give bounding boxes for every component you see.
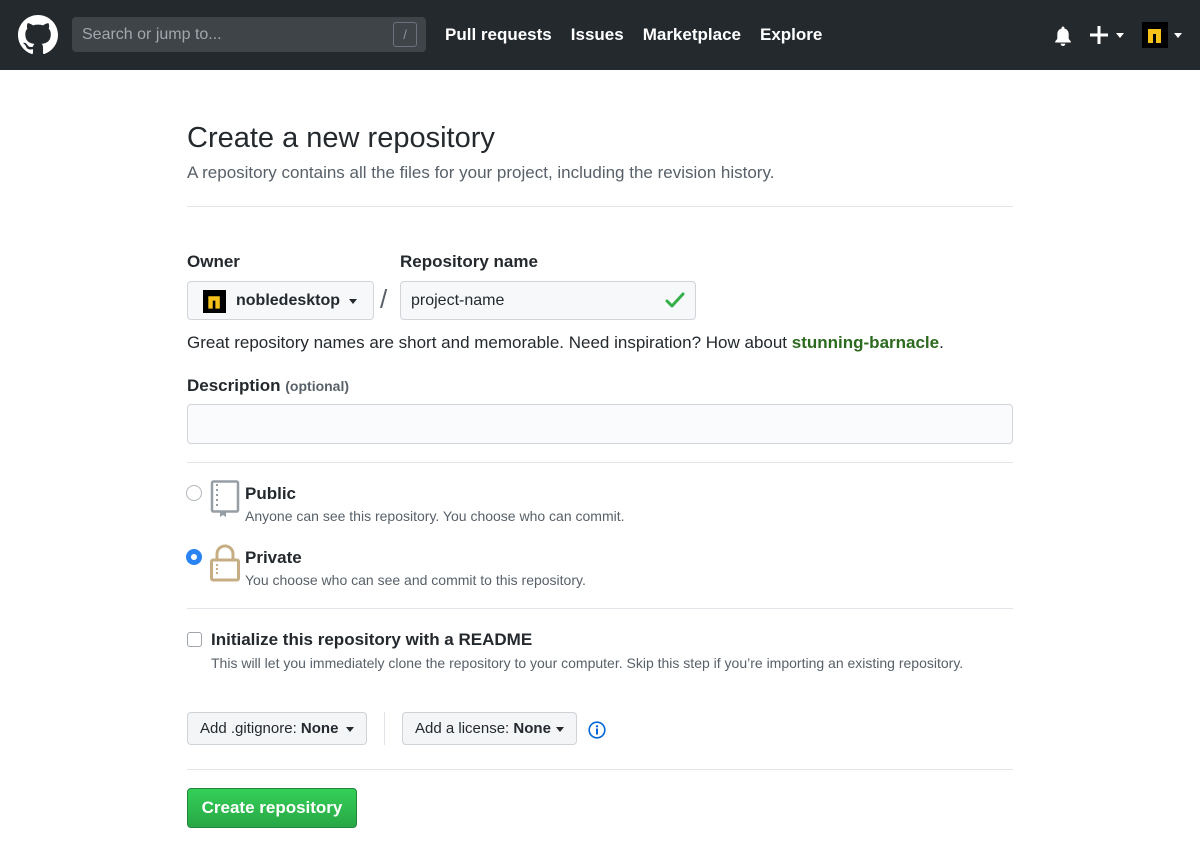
hint-suffix: . [939,333,944,352]
divider [187,769,1013,770]
owner-value: nobledesktop [236,292,341,309]
header-nav: Pull requests Issues Marketplace Explore [445,25,822,45]
page-subtitle: A repository contains all the files for … [187,163,775,182]
nav-explore[interactable]: Explore [760,25,822,45]
avatar [1142,22,1168,48]
plus-icon [1090,26,1108,44]
description-label: Description (optional) [187,376,349,396]
public-note: Anyone can see this repository. You choo… [245,508,625,524]
chevron-down-icon [349,299,357,304]
description-input[interactable] [187,404,1013,444]
readme-note: This will let you immediately clone the … [211,655,964,671]
readme-checkbox[interactable] [187,632,202,647]
license-label: Add a license: None [415,720,551,737]
nav-pull-requests[interactable]: Pull requests [445,25,552,45]
gitignore-select[interactable]: Add .gitignore: None [187,712,367,745]
divider [187,462,1013,463]
divider [187,206,1013,207]
github-logo-icon[interactable] [18,15,58,55]
repo-name-label: Repository name [400,252,538,271]
select-separator [384,712,385,745]
license-select[interactable]: Add a license: None [402,712,577,745]
chevron-down-icon [556,727,564,732]
chevron-down-icon [346,727,354,732]
owner-label: Owner [187,252,240,271]
owner-avatar [203,290,226,313]
bell-icon[interactable] [1053,25,1073,47]
repo-name-hint: Great repository names are short and mem… [187,333,944,353]
search-input[interactable] [72,17,426,52]
hint-text: Great repository names are short and mem… [187,333,792,352]
owner-select[interactable]: nobledesktop [187,281,374,320]
repo-book-icon [210,480,240,517]
chevron-down-icon [1116,33,1124,38]
search-shortcut-key: / [393,22,417,47]
optional-tag: (optional) [285,378,350,394]
info-icon[interactable] [588,721,606,739]
chevron-down-icon [1174,33,1182,38]
public-radio[interactable] [186,485,202,501]
create-repository-button[interactable]: Create repository [187,788,357,828]
repo-name-suggestion[interactable]: stunning-barnacle [792,333,939,352]
private-radio[interactable] [186,549,202,565]
user-menu[interactable] [1142,22,1184,48]
private-title: Private [245,548,302,567]
public-title: Public [245,484,297,503]
search-box [72,17,426,52]
description-label-text: Description [187,376,281,395]
owner-repo-separator: / [380,284,388,314]
repo-name-input[interactable] [400,281,696,320]
nav-marketplace[interactable]: Marketplace [643,25,741,45]
gitignore-label: Add .gitignore: None [200,720,339,737]
nav-issues[interactable]: Issues [571,25,624,45]
divider [187,608,1013,609]
create-new-menu[interactable] [1090,24,1126,46]
private-note: You choose who can see and commit to thi… [245,572,586,588]
readme-title[interactable]: Initialize this repository with a README [211,630,532,650]
global-header: / Pull requests Issues Marketplace Explo… [0,0,1200,70]
check-icon [665,292,685,308]
page-title: Create a new repository [187,122,495,154]
lock-icon [210,544,240,582]
